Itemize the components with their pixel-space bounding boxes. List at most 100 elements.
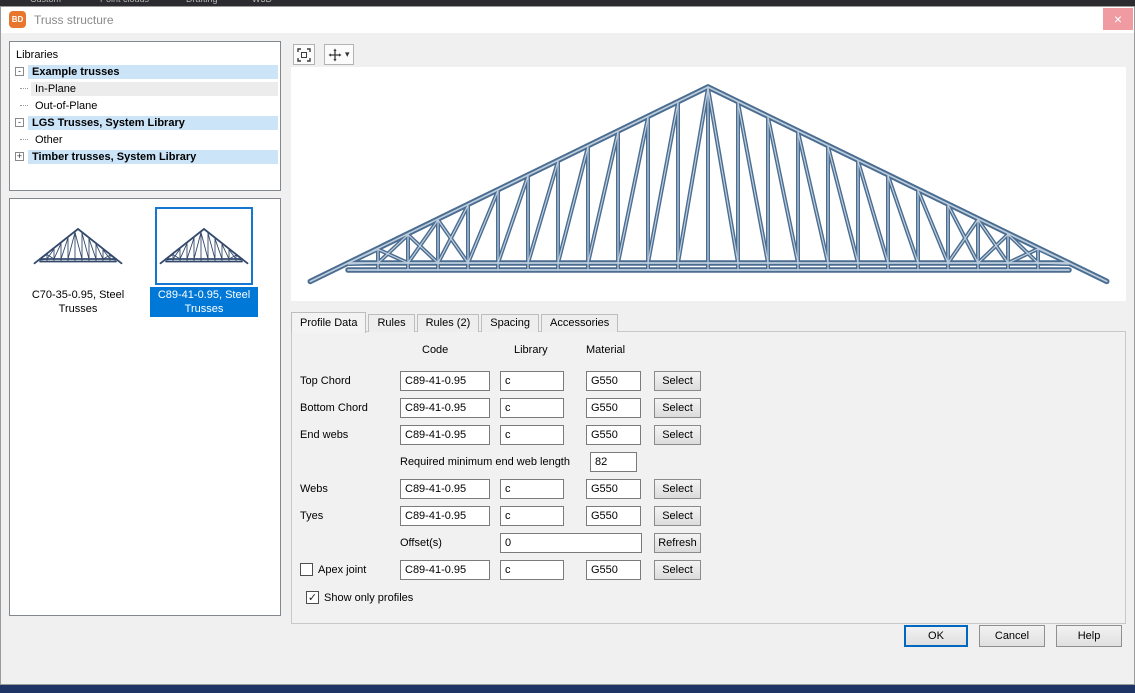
tab-profile-data[interactable]: Profile Data [291,312,366,333]
background-app-strip: Custom Point clouds Drafting W3D [0,0,1135,6]
app-icon: BD [9,11,26,28]
expand-icon[interactable]: + [15,152,24,161]
thumbnail-label-selected: C89-41-0.95, Steel Trusses [150,287,258,317]
row-end-webs: End webs Select [292,425,1125,445]
row-bottom-chord: Bottom Chord Select [292,398,1125,418]
truss-3d-preview[interactable] [291,67,1126,301]
titlebar[interactable]: BD Truss structure × [1,7,1134,33]
profile-data-page: Code Library Material Top Chord Select B… [291,331,1126,624]
refresh-button[interactable]: Refresh [654,533,701,553]
library-input[interactable] [500,479,564,499]
material-input[interactable] [586,506,641,526]
library-input[interactable] [500,398,564,418]
material-input[interactable] [586,479,641,499]
row-min-end-web-length: Required minimum end web length [292,452,1125,472]
tree-branch-line [20,88,28,89]
thumbnail-label: C70-35-0.95, Steel Trusses [24,287,132,317]
column-header-code: Code [422,344,448,358]
material-input[interactable] [586,425,641,445]
close-button[interactable]: × [1103,8,1133,30]
thumbnail-c89-41[interactable]: C89-41-0.95, Steel Trusses [146,207,262,317]
row-top-chord: Top Chord Select [292,371,1125,391]
truss-structure-dialog: BD Truss structure × Libraries - Example… [0,6,1135,685]
background-menu-fragment: W3D [252,0,272,4]
pan-view-button[interactable]: ▾ [324,44,354,65]
tab-rules-2[interactable]: Rules (2) [417,314,480,332]
tree-item-out-of-plane[interactable]: Out-of-Plane [12,97,278,114]
cancel-button[interactable]: Cancel [979,625,1045,647]
taskbar-strip [0,685,1135,693]
truss-thumbnail-list: C70-35-0.95, Steel Trusses C89-41-0.95, … [9,198,281,616]
min-end-web-label: Required minimum end web length [400,452,570,472]
code-input[interactable] [400,425,490,445]
column-header-library: Library [514,344,548,358]
fit-view-icon [297,48,311,62]
code-input[interactable] [400,371,490,391]
tree-item-timber-trusses[interactable]: + Timber trusses, System Library [12,148,278,165]
truss-drawing [291,67,1126,301]
ok-button[interactable]: OK [904,625,968,647]
pan-arrows-icon [328,48,342,62]
tab-accessories[interactable]: Accessories [541,314,618,332]
library-input[interactable] [500,425,564,445]
tree-item-in-plane[interactable]: In-Plane [12,80,278,97]
row-label: End webs [300,425,348,445]
screen: Custom Point clouds Drafting W3D BD Trus… [0,0,1135,693]
background-menu-fragment: Custom [30,0,61,4]
thumbnail-image [155,207,253,285]
dropdown-caret-icon[interactable]: ▾ [345,49,350,60]
row-webs: Webs Select [292,479,1125,499]
background-menu-fragment: Drafting [186,0,218,4]
tree-header: Libraries [12,48,62,62]
material-input[interactable] [586,398,641,418]
library-input[interactable] [500,371,564,391]
select-button[interactable]: Select [654,479,701,499]
apex-joint-label: Apex joint [318,560,366,580]
code-input[interactable] [400,560,490,580]
select-button[interactable]: Select [654,425,701,445]
offset-input[interactable] [500,533,642,553]
select-button[interactable]: Select [654,371,701,391]
tab-spacing[interactable]: Spacing [481,314,539,332]
code-input[interactable] [400,398,490,418]
tab-rules[interactable]: Rules [368,314,414,332]
fit-view-button[interactable] [293,44,315,65]
select-button[interactable]: Select [654,560,701,580]
library-input[interactable] [500,506,564,526]
library-input[interactable] [500,560,564,580]
background-menu-fragment: Point clouds [100,0,149,4]
row-label: Tyes [300,506,323,526]
code-input[interactable] [400,479,490,499]
tree-branch-line [20,139,28,140]
window-title: Truss structure [34,13,114,27]
offset-label: Offset(s) [400,533,442,553]
row-label: Bottom Chord [300,398,368,418]
show-only-profiles-label: Show only profiles [324,588,413,608]
thumbnail-image [29,207,127,285]
row-offset: Offset(s) Refresh [292,533,1125,553]
code-input[interactable] [400,506,490,526]
row-label: Webs [300,479,328,499]
collapse-icon[interactable]: - [15,118,24,127]
thumbnail-c70-35[interactable]: C70-35-0.95, Steel Trusses [20,207,136,317]
tree-branch-line [20,105,28,106]
tab-strip: Profile Data Rules Rules (2) Spacing Acc… [291,312,620,332]
tree-item-lgs-trusses[interactable]: - LGS Trusses, System Library [12,114,278,131]
select-button[interactable]: Select [654,398,701,418]
row-label: Top Chord [300,371,351,391]
tree-item-example-trusses[interactable]: - Example trusses [12,63,278,80]
row-apex-joint: Apex joint Select [292,560,1125,580]
min-end-web-input[interactable] [590,452,637,472]
tree-item-other[interactable]: Other [12,131,278,148]
material-input[interactable] [586,560,641,580]
apex-joint-checkbox[interactable] [300,563,313,576]
row-show-only-profiles: ✓ Show only profiles [292,588,1125,608]
help-button[interactable]: Help [1056,625,1122,647]
material-input[interactable] [586,371,641,391]
preview-toolbar: ▾ [293,44,354,66]
row-tyes: Tyes Select [292,506,1125,526]
show-only-profiles-checkbox[interactable]: ✓ [306,591,319,604]
select-button[interactable]: Select [654,506,701,526]
collapse-icon[interactable]: - [15,67,24,76]
mini-truss-drawing [32,223,124,269]
